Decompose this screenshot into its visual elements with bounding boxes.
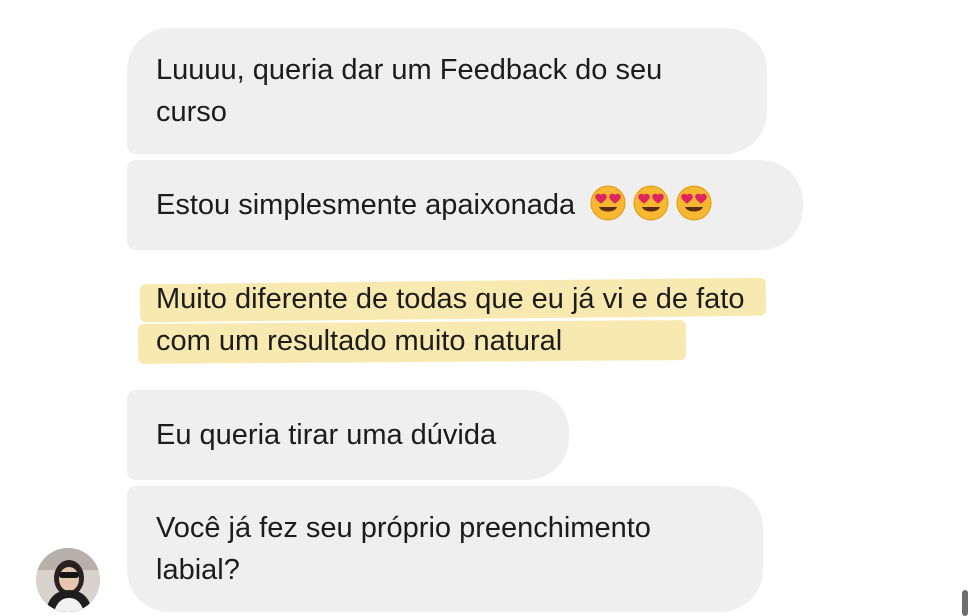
heart-eyes-emoji [590, 185, 626, 221]
message-bubble[interactable]: Estou simplesmente apaixonada [127, 160, 803, 250]
message-text: Você já fez seu próprio preenchimento la… [156, 512, 651, 586]
chat-thread: Luuuu, queria dar um Feedback do seu cur… [0, 0, 980, 616]
heart-eyes-emoji [633, 185, 669, 221]
message-text: Estou simplesmente apaixonada [156, 189, 576, 221]
heart-eyes-emoji [676, 185, 712, 221]
avatar-photo [36, 548, 100, 612]
message-text: Luuuu, queria dar um Feedback do seu cur… [156, 54, 663, 128]
message-bubble[interactable]: Eu queria tirar uma dúvida [127, 390, 569, 480]
scrollbar-thumb[interactable] [962, 590, 968, 616]
message-text: Muito diferente de todas que eu já vi e … [156, 283, 745, 357]
sender-avatar[interactable] [36, 548, 100, 612]
message-bubble[interactable]: Muito diferente de todas que eu já vi e … [127, 256, 803, 384]
message-bubble[interactable]: Luuuu, queria dar um Feedback do seu cur… [127, 28, 767, 154]
message-bubble[interactable]: Você já fez seu próprio preenchimento la… [127, 486, 763, 612]
message-text: Eu queria tirar uma dúvida [156, 419, 497, 451]
